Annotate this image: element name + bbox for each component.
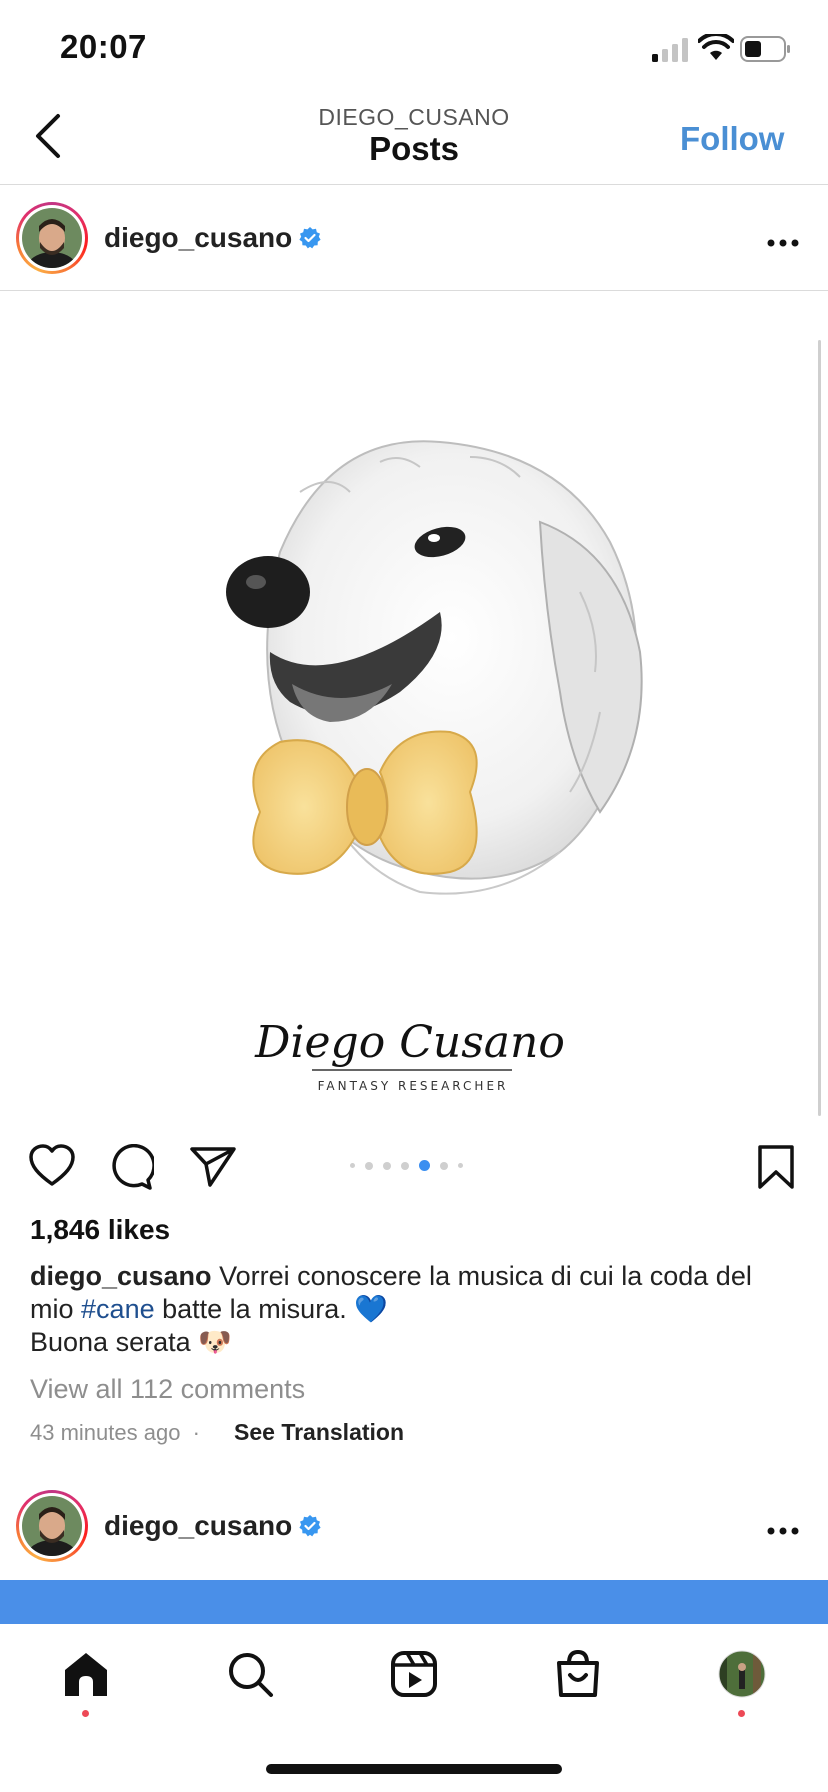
- heart-icon: [29, 1144, 75, 1186]
- carousel-dot: [365, 1161, 373, 1170]
- tab-reels[interactable]: [384, 1644, 444, 1704]
- dog-illustration: Diego Cusano FANTASY RESEARCHER: [226, 440, 643, 1093]
- svg-text:FANTASY RESEARCHER: FANTASY RESEARCHER: [318, 1079, 509, 1093]
- story-ring: [16, 1490, 88, 1562]
- shop-icon: [557, 1649, 599, 1697]
- avatar: [22, 1496, 82, 1556]
- hashtag-link[interactable]: #cane: [81, 1294, 155, 1324]
- status-time: 20:07: [60, 28, 147, 65]
- image-logo: Diego Cusano FANTASY RESEARCHER: [254, 1017, 565, 1093]
- next-post-image[interactable]: [0, 1580, 828, 1624]
- post-more-button[interactable]: [766, 222, 800, 256]
- post-username[interactable]: diego_cusano: [104, 222, 292, 254]
- verified-badge-icon: [299, 227, 321, 249]
- home-indicator[interactable]: [266, 1764, 562, 1774]
- profile-notification-dot: [738, 1710, 745, 1717]
- carousel-dot: [401, 1161, 409, 1170]
- signal-icon: [652, 38, 688, 62]
- time-ago: 43 minutes ago: [30, 1420, 181, 1445]
- carousel-dots: [350, 1160, 463, 1171]
- verified-badge-icon: [299, 1515, 321, 1537]
- svg-text:Diego Cusano: Diego Cusano: [254, 1017, 565, 1068]
- post-image[interactable]: Diego Cusano FANTASY RESEARCHER: [0, 292, 828, 1122]
- likes-count[interactable]: 1,846 likes: [30, 1214, 170, 1246]
- separator: ·: [192, 1420, 200, 1445]
- reels-icon: [391, 1651, 437, 1697]
- post-caption: diego_cusano Vorrei conoscere la musica …: [30, 1260, 800, 1359]
- search-icon: [229, 1653, 273, 1697]
- caption-line2: Buona serata 🐶: [30, 1327, 232, 1357]
- carousel-dot-active: [419, 1160, 430, 1171]
- post-header-divider: [0, 290, 828, 291]
- next-post-username[interactable]: diego_cusano: [104, 1510, 292, 1542]
- home-notification-dot: [82, 1710, 89, 1717]
- story-ring: [16, 202, 88, 274]
- tab-search[interactable]: [220, 1644, 280, 1704]
- carousel-dot: [383, 1161, 391, 1170]
- share-button[interactable]: [190, 1146, 236, 1193]
- tab-profile[interactable]: [712, 1644, 772, 1704]
- post-timestamp: 43 minutes ago ·: [30, 1420, 200, 1446]
- tab-home[interactable]: [56, 1644, 116, 1704]
- carousel-dot: [458, 1163, 463, 1168]
- avatar: [22, 208, 82, 268]
- next-post-avatar[interactable]: [16, 1490, 88, 1562]
- post-avatar[interactable]: [16, 202, 88, 274]
- wifi-icon: [698, 34, 734, 60]
- home-icon: [65, 1653, 107, 1696]
- header-divider: [0, 184, 828, 185]
- bookmark-icon: [758, 1145, 794, 1189]
- save-button[interactable]: [756, 1144, 796, 1195]
- see-translation-link[interactable]: See Translation: [234, 1419, 404, 1446]
- profile-avatar: [718, 1650, 766, 1698]
- follow-button[interactable]: Follow: [680, 120, 784, 158]
- scroll-indicator[interactable]: [818, 340, 821, 1116]
- more-horizontal-icon: [767, 1527, 799, 1535]
- caption-username[interactable]: diego_cusano: [30, 1261, 212, 1291]
- avatar-border: [19, 205, 85, 271]
- comment-button[interactable]: [108, 1143, 156, 1195]
- carousel-dot: [350, 1163, 355, 1168]
- carousel-dot: [440, 1161, 448, 1170]
- tab-shop[interactable]: [548, 1644, 608, 1704]
- more-horizontal-icon: [767, 239, 799, 247]
- next-post-more-button[interactable]: [766, 1510, 800, 1544]
- battery-icon: [740, 36, 790, 62]
- like-button[interactable]: [28, 1144, 76, 1193]
- avatar-border: [19, 1493, 85, 1559]
- share-icon: [190, 1147, 236, 1187]
- caption-text-end: batte la misura. 💙: [162, 1294, 388, 1324]
- comment-icon: [112, 1143, 156, 1190]
- view-comments-link[interactable]: View all 112 comments: [30, 1374, 305, 1405]
